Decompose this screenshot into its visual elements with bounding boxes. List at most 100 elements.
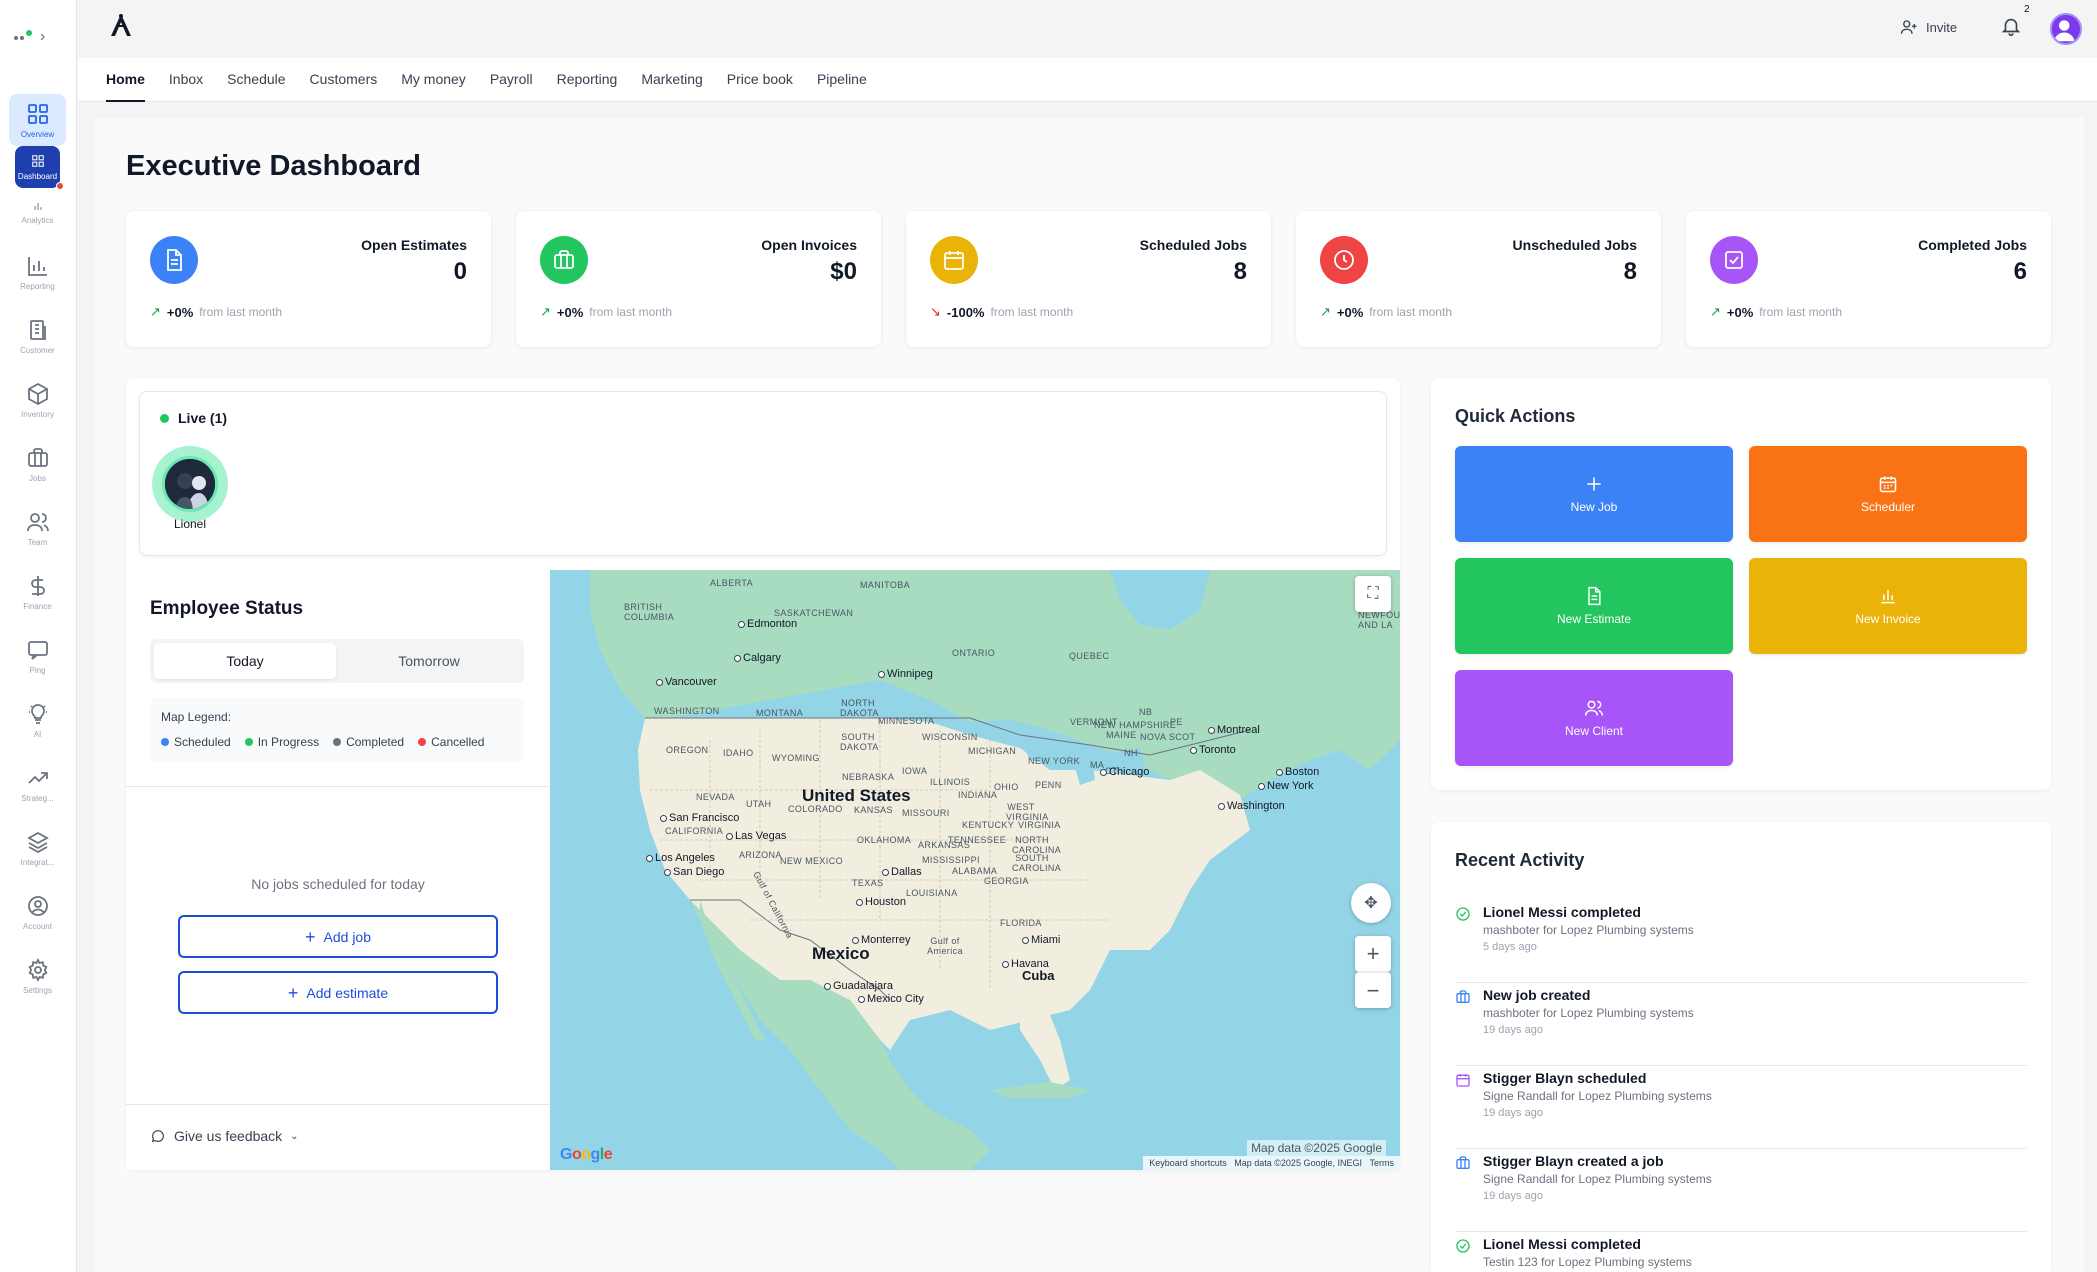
keyboard-shortcuts-link[interactable]: Keyboard shortcuts	[1149, 1158, 1227, 1168]
live-employee-avatar[interactable]	[152, 446, 228, 522]
bar-chart-icon	[34, 202, 41, 210]
rail-item-jobs[interactable]: Jobs	[9, 438, 66, 490]
tab-payroll[interactable]: Payroll	[490, 58, 533, 102]
map-region-label: QUEBEC	[1069, 651, 1110, 661]
tab-my-money[interactable]: My money	[401, 58, 466, 102]
delta-value: +0%	[1726, 304, 1754, 320]
rail-item-overview[interactable]: Overview	[9, 94, 66, 146]
arrow-up-right-icon: ↗	[540, 304, 551, 319]
rail-item-team[interactable]: Team	[9, 502, 66, 554]
stat-card-unscheduled-jobs[interactable]: Unscheduled Jobs 8 ↗ +0% from last month	[1296, 211, 1661, 347]
tab-marketing[interactable]: Marketing	[641, 58, 702, 102]
map-city-label: Edmonton	[738, 618, 797, 630]
map-region-label: WASHINGTON	[654, 706, 720, 716]
employee-map[interactable]: ALBERTA MANITOBA BRITISH COLUMBIA SASKAT…	[550, 570, 1400, 1170]
delta-value: -100%	[946, 304, 985, 320]
legend-completed: Completed	[333, 735, 404, 749]
add-job-label: Add job	[323, 928, 371, 945]
tab-customers[interactable]: Customers	[310, 58, 378, 102]
invite-button[interactable]: Invite	[1900, 18, 1957, 36]
rail-item-settings[interactable]: Settings	[9, 950, 66, 1002]
stat-card-open-invoices[interactable]: Open Invoices $0 ↗ +0% from last month	[516, 211, 881, 347]
map-legend: Map Legend: Scheduled In Progress Comple…	[150, 698, 524, 762]
map-city-label: Dallas	[882, 866, 922, 878]
new-invoice-button[interactable]: New Invoice	[1749, 558, 2027, 654]
rail-label: Strateg...	[21, 793, 54, 803]
user-avatar[interactable]	[2050, 13, 2082, 45]
rail-item-customer[interactable]: Customer	[9, 310, 66, 362]
rail-item-inventory[interactable]: Inventory	[9, 374, 66, 426]
plus-icon: +	[1366, 941, 1380, 966]
activity-title: Stigger Blayn scheduled	[1483, 1070, 1647, 1086]
stat-card-open-estimates[interactable]: Open Estimates 0 ↗ +0% from last month	[126, 211, 491, 347]
map-city-label: Winnipeg	[878, 668, 933, 680]
map-camera-button[interactable]: ✥	[1351, 883, 1391, 923]
delta-value: +0%	[556, 304, 584, 320]
google-logo[interactable]: Google	[560, 1146, 613, 1164]
map-region-label: NOVA SCOT	[1140, 732, 1196, 742]
rail-item-ai[interactable]: AI	[9, 694, 66, 746]
dashboard-icon	[31, 154, 44, 167]
tab-home[interactable]: Home	[106, 58, 145, 102]
map-city-label: Vancouver	[656, 676, 717, 688]
today-toggle[interactable]: Today	[154, 643, 336, 679]
new-job-button[interactable]: New Job	[1455, 446, 1733, 542]
rail-item-reporting[interactable]: Reporting	[9, 246, 66, 298]
tab-reporting[interactable]: Reporting	[557, 58, 618, 102]
activity-item[interactable]: New job created mashboter for Lopez Plum…	[1455, 983, 2027, 1066]
feedback-button[interactable]: Give us feedback ⌄	[150, 1128, 299, 1144]
fullscreen-button[interactable]: ⛶	[1355, 576, 1391, 612]
new-client-button[interactable]: New Client	[1455, 670, 1733, 766]
rail-item-integrations[interactable]: Integrat...	[9, 822, 66, 874]
notifications-button[interactable]	[2000, 15, 2024, 39]
add-job-button[interactable]: + Add job	[178, 915, 498, 958]
map-region-label: TENNESSEE	[948, 835, 1007, 845]
map-region-label: BRITISH COLUMBIA	[624, 602, 675, 622]
page-title: Executive Dashboard	[126, 150, 421, 182]
rail-item-account[interactable]: Account	[9, 886, 66, 938]
person-photo-icon	[165, 459, 215, 509]
tomorrow-toggle[interactable]: Tomorrow	[338, 643, 520, 679]
delta-sub: from last month	[199, 305, 282, 319]
empty-state-text: No jobs scheduled for today	[251, 876, 425, 892]
map-region-label: PENN	[1035, 780, 1062, 790]
map-region-label: MISSOURI	[902, 808, 950, 818]
rail-item-analytics[interactable]: Analytics	[9, 192, 66, 232]
document-icon	[150, 236, 198, 284]
rail-label: Reporting	[20, 281, 55, 291]
stat-title: Open Estimates	[361, 237, 467, 253]
activity-item[interactable]: Lionel Messi completed mashboter for Lop…	[1455, 900, 2027, 983]
stat-card-scheduled-jobs[interactable]: Scheduled Jobs 8 ↘ -100% from last month	[906, 211, 1271, 347]
legend-in-progress: In Progress	[244, 735, 319, 749]
workspace-switcher[interactable]: ›	[12, 24, 62, 50]
brand-logo-icon[interactable]	[108, 12, 134, 38]
stat-card-completed-jobs[interactable]: Completed Jobs 6 ↗ +0% from last month	[1686, 211, 2051, 347]
scheduler-button[interactable]: Scheduler	[1749, 446, 2027, 542]
rail-item-dashboard[interactable]: Dashboard	[15, 146, 64, 190]
activity-item[interactable]: Stigger Blayn scheduled Signe Randall fo…	[1455, 1066, 2027, 1149]
recent-activity-title: Recent Activity	[1455, 850, 1585, 870]
zoom-in-button[interactable]: +	[1355, 936, 1391, 972]
tab-pipeline[interactable]: Pipeline	[817, 58, 867, 102]
rail-item-ping[interactable]: Ping	[9, 630, 66, 682]
calendar-icon	[1879, 476, 1897, 493]
add-estimate-button[interactable]: + Add estimate	[178, 971, 498, 1014]
chat-icon	[27, 640, 48, 660]
rail-label: Overview	[20, 129, 55, 139]
activity-item[interactable]: Stigger Blayn created a job Signe Randal…	[1455, 1149, 2027, 1232]
tab-schedule[interactable]: Schedule	[227, 58, 285, 102]
activity-item[interactable]: Lionel Messi completed Testin 123 for Lo…	[1455, 1232, 2027, 1272]
map-region-label: NORTH CAROLINA	[1012, 835, 1062, 855]
layers-icon	[26, 831, 49, 853]
new-estimate-button[interactable]: New Estimate	[1455, 558, 1733, 654]
rail-item-finance[interactable]: Finance	[9, 566, 66, 618]
map-country-label: Cuba	[1022, 968, 1055, 983]
rail-item-strategy[interactable]: Strateg...	[9, 758, 66, 810]
map-region-label: NORTH DAKOTA	[840, 698, 879, 718]
terms-link[interactable]: Terms	[1370, 1158, 1395, 1168]
zoom-out-button[interactable]: −	[1355, 972, 1391, 1008]
tab-inbox[interactable]: Inbox	[169, 58, 203, 102]
tab-price-book[interactable]: Price book	[727, 58, 793, 102]
delta-value: +0%	[1336, 304, 1364, 320]
live-card: Live (1) Lionel	[139, 391, 1387, 556]
